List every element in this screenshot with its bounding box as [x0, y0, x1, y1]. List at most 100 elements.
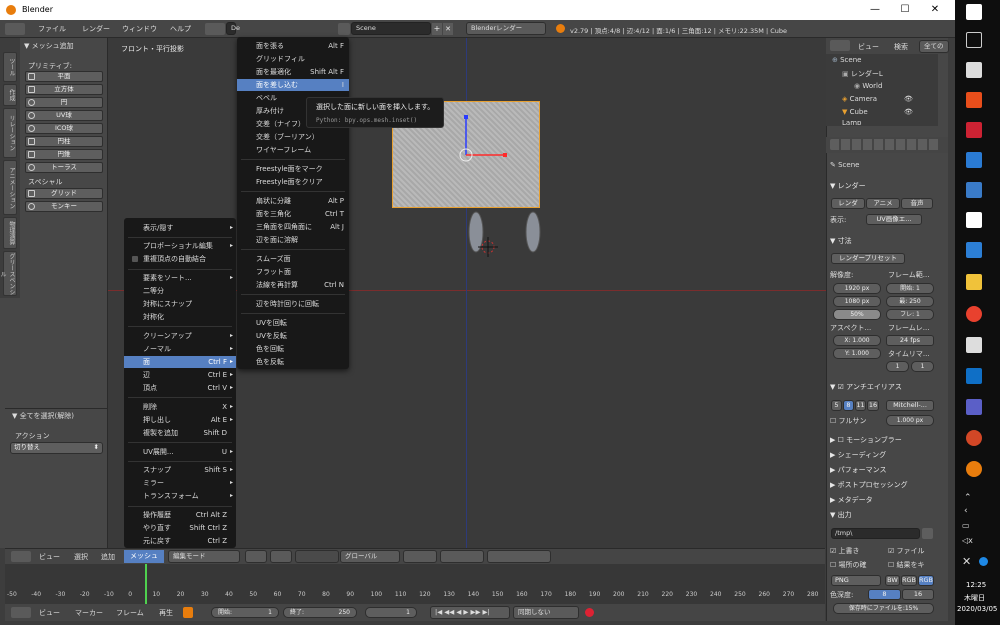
action-select[interactable]: 切り替え ⬍	[10, 442, 103, 454]
aa-samples-11[interactable]: 11	[855, 400, 866, 411]
timeline-frame-menu[interactable]: フレーム	[116, 608, 144, 618]
layout-field[interactable]: De	[226, 22, 240, 35]
overwrite-checkbox[interactable]: ☑ 上書き	[830, 546, 880, 557]
frame-start-field[interactable]: 開始: 1	[886, 283, 934, 294]
menu-window[interactable]: ウィンドウ	[122, 24, 157, 34]
menu-item-triangulate[interactable]: 面を三角化 Ctrl T	[237, 208, 349, 220]
header-select-menu[interactable]: 選択	[74, 552, 88, 562]
mesh-item-undo[interactable]: 元に戻す Ctrl Z	[124, 535, 236, 547]
header-add-menu[interactable]: 追加	[101, 552, 115, 562]
outliner-item-camera[interactable]: ◈ Camera 👁	[842, 95, 954, 106]
outliner-item-scene[interactable]: ⊕ Scene	[832, 56, 944, 67]
add-circle-button[interactable]: 円	[25, 97, 103, 108]
mesh-item-sort-elements[interactable]: 要素をソート... ▸	[124, 272, 236, 284]
file-extensions-checkbox[interactable]: ☑ ファイル	[888, 546, 938, 557]
menu-item-tris-to-quads[interactable]: 三角面を四角面に Alt J	[237, 221, 349, 233]
compression-field[interactable]: 保存時にファイルを:15%	[833, 603, 934, 614]
app-t-icon[interactable]	[966, 212, 982, 228]
mesh-item-bisect[interactable]: 二等分	[124, 285, 236, 297]
teams-icon[interactable]	[966, 399, 982, 415]
menu-item-shade-flat[interactable]: フラット面	[237, 266, 349, 278]
mesh-item-extrude[interactable]: 押し出し Alt E ▸	[124, 414, 236, 426]
resolution-percent-field[interactable]: 50%	[833, 309, 881, 320]
mesh-item-normals[interactable]: ノーマル ▸	[124, 343, 236, 355]
mesh-item-edges[interactable]: 辺 Ctrl E ▸	[124, 369, 236, 381]
vscode-icon[interactable]	[966, 152, 982, 168]
orientation-select[interactable]: グローバル	[340, 550, 400, 563]
placeholders-checkbox[interactable]: ☐ 場所の確	[830, 560, 880, 571]
battery-icon[interactable]: ▭	[962, 521, 970, 530]
mesh-item-uv-unwrap[interactable]: UV展開... U ▸	[124, 446, 236, 458]
add-plane-button[interactable]: 平面	[25, 71, 103, 82]
aspect-x-field[interactable]: X: 1.000	[833, 335, 881, 346]
aspect-y-field[interactable]: Y: 1.000	[833, 348, 881, 359]
tab-create[interactable]: 作成	[3, 84, 17, 106]
menu-item-shade-smooth[interactable]: スムーズ面	[237, 253, 349, 265]
menu-item-freestyle-clear[interactable]: Freestyle面をクリア	[237, 176, 349, 188]
add-cube-button[interactable]: 立方体	[25, 84, 103, 95]
cache-result-checkbox[interactable]: ☐ 結果をキ	[888, 560, 938, 571]
menu-item-poke[interactable]: 扇状に分離 Alt P	[237, 195, 349, 207]
menu-item-beautify-faces[interactable]: 面を最適化 Shift Alt F	[237, 66, 349, 78]
properties-tabs[interactable]	[830, 139, 940, 150]
clock-time[interactable]: 12:25	[966, 581, 986, 589]
chrome-icon[interactable]	[966, 306, 982, 322]
menu-item-wireframe[interactable]: ワイヤーフレーム	[237, 144, 349, 156]
blender-taskbar-icon[interactable]	[966, 461, 982, 477]
display-select[interactable]: UV画像エ...	[866, 214, 922, 225]
timeline-playback-menu[interactable]: 再生	[159, 608, 173, 618]
add-torus-button[interactable]: トーラス	[25, 162, 103, 173]
mesh-item-faces[interactable]: 面 Ctrl F ▸	[124, 356, 236, 368]
menu-item-dissolve-edges[interactable]: 辺を面に溶解	[237, 234, 349, 246]
render-button[interactable]: レンダ	[831, 198, 865, 209]
sync-mode-select[interactable]: 同期しない	[513, 606, 579, 619]
outliner-filter-select[interactable]: 全てのシ	[919, 40, 949, 61]
menu-item-reverse-colors[interactable]: 色を反転	[237, 356, 349, 368]
timeline-view-menu[interactable]: ビュー	[39, 608, 60, 618]
chevron-left-icon[interactable]: ‹	[964, 506, 968, 516]
app-blue-icon[interactable]	[966, 182, 982, 198]
camera-object-left[interactable]	[468, 211, 484, 253]
time-remap-new-field[interactable]: 1	[911, 361, 934, 372]
aa-samples-5[interactable]: 5	[831, 400, 842, 411]
color-rgb-button[interactable]: RGB	[901, 575, 917, 586]
close-button[interactable]: ✕	[920, 3, 950, 17]
aa-samples-8[interactable]: 8	[843, 400, 854, 411]
resolution-x-field[interactable]: 1920 px	[833, 283, 881, 294]
menu-item-rotate-colors[interactable]: 色を回転	[237, 343, 349, 355]
add-mesh-panel-title[interactable]: ▼ メッシュ追加	[24, 41, 74, 51]
output-panel-header[interactable]: ▼ 出力	[830, 510, 942, 521]
scene-field[interactable]: Scene	[351, 22, 431, 35]
visibility-eye-icon[interactable]: 👁	[904, 108, 913, 116]
menu-help[interactable]: ヘルプ	[170, 24, 191, 34]
mesh-item-redo[interactable]: やり直す Shift Ctrl Z	[124, 522, 236, 534]
mesh-item-clean-up[interactable]: クリーンアップ ▸	[124, 330, 236, 342]
editor-type-icon[interactable]	[11, 551, 31, 562]
tab-physics[interactable]: 物理演算	[3, 217, 17, 249]
motion-blur-panel-header[interactable]: ▶ ☐ モーションブラー	[830, 435, 942, 446]
add-uvsphere-button[interactable]: UV球	[25, 110, 103, 121]
animation-button[interactable]: アニメ	[866, 198, 900, 209]
add-scene-icon[interactable]: +	[432, 23, 442, 35]
outliner-search-menu[interactable]: 検索	[894, 42, 908, 52]
add-cone-button[interactable]: 円錐	[25, 149, 103, 160]
add-monkey-button[interactable]: モンキー	[25, 201, 103, 212]
maximize-button[interactable]: ☐	[890, 3, 920, 17]
add-cylinder-button[interactable]: 円柱	[25, 136, 103, 147]
menu-item-inset-faces[interactable]: 面を差し込む I	[237, 79, 349, 91]
frame-step-field[interactable]: フレ: 1	[886, 309, 934, 320]
output-path-field[interactable]: /tmp\	[831, 528, 920, 539]
menu-item-make-face[interactable]: 面を張る Alt F	[237, 40, 349, 52]
proportional-buttons[interactable]	[440, 550, 484, 563]
minimize-button[interactable]: —	[860, 3, 890, 17]
record-icon[interactable]	[585, 608, 594, 617]
gizmo-x-handle[interactable]	[503, 153, 507, 157]
menu-item-reverse-uvs[interactable]: UVを反転	[237, 330, 349, 342]
add-grid-button[interactable]: グリッド	[25, 188, 103, 199]
powerpoint-icon[interactable]	[966, 430, 982, 446]
mesh-item-proportional[interactable]: プロポーショナル編集 ▸	[124, 240, 236, 252]
menu-render[interactable]: レンダー	[82, 24, 110, 34]
aa-samples-16[interactable]: 16	[867, 400, 879, 411]
layout-icon[interactable]	[205, 23, 225, 35]
notepad-icon[interactable]	[966, 62, 982, 78]
